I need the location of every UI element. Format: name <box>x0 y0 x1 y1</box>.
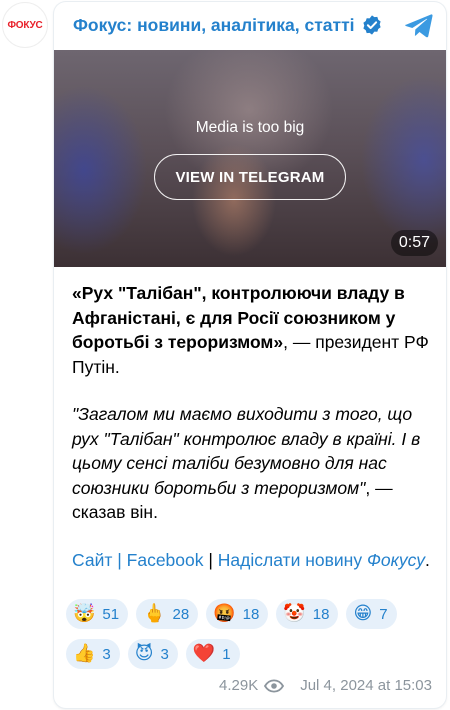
reaction-count: 3 <box>160 645 169 663</box>
reaction-count: 7 <box>379 605 388 623</box>
reaction-count: 51 <box>102 605 120 623</box>
media-too-big-note: Media is too big <box>195 119 305 136</box>
thumbs-up-icon: 👍 <box>73 643 96 664</box>
reaction-chip[interactable]: 🤡 18 <box>276 599 339 629</box>
reaction-count: 3 <box>102 645 111 663</box>
video-duration-badge: 0:57 <box>390 230 438 256</box>
reaction-chip[interactable]: 😁 7 <box>346 599 397 629</box>
reaction-count: 18 <box>242 605 260 623</box>
view-in-telegram-button[interactable]: VIEW IN TELEGRAM <box>154 154 346 200</box>
channel-avatar[interactable]: ФОКУС <box>2 2 48 48</box>
red-heart-icon: ❤️ <box>192 643 216 664</box>
reaction-count: 18 <box>312 605 330 623</box>
reaction-count: 1 <box>222 645 231 663</box>
reaction-chip[interactable]: 🖕 28 <box>136 599 199 629</box>
post-date[interactable]: Jul 4, 2024 at 15:03 <box>300 677 432 694</box>
post-footer: 4.29K Jul 4, 2024 at 15:03 <box>219 677 432 694</box>
clown-face-icon: 🤡 <box>283 603 306 624</box>
reaction-chip[interactable]: 😈 3 <box>127 639 178 669</box>
exploding-head-icon: 🤯 <box>73 603 96 624</box>
reaction-chip[interactable]: ❤️ 1 <box>185 639 240 669</box>
smiling-devil-icon: 😈 <box>134 643 154 664</box>
cursing-face-icon: 🤬 <box>213 603 236 624</box>
send-news-link[interactable]: Надіслати новину <box>218 550 362 570</box>
verified-badge-icon <box>363 15 381 35</box>
grinning-face-icon: 😁 <box>353 603 373 624</box>
links-tail: . <box>424 549 430 570</box>
reaction-chip[interactable]: 👍 3 <box>66 639 120 669</box>
post-card: Фокус: новини, аналітика, статті Media i… <box>54 2 446 708</box>
telegram-share-icon[interactable] <box>404 12 434 40</box>
eye-icon <box>264 678 285 693</box>
reaction-chip[interactable]: 🤬 18 <box>206 599 269 629</box>
channel-title[interactable]: Фокус: новини, аналітика, статті <box>73 15 355 36</box>
facebook-link[interactable]: Facebook <box>127 550 204 570</box>
reaction-chip[interactable]: 🤯 51 <box>66 599 129 629</box>
quote-paragraph: "Загалом ми маємо виходити з того, що ру… <box>72 402 432 525</box>
reactions-bar: 🤯 51 🖕 28 🤬 18 🤡 18 😁 7 👍 3 😈 3 ❤️ 1 <box>66 599 438 669</box>
video-media[interactable]: Media is too big VIEW IN TELEGRAM 0:57 <box>54 50 446 267</box>
link-separator: | <box>112 549 127 570</box>
post-text: «Рух "Талібан", контролюючи владу в Афга… <box>72 281 432 595</box>
site-link[interactable]: Сайт <box>72 550 112 570</box>
reaction-count: 28 <box>172 605 190 623</box>
links-paragraph: Сайт | Facebook | Надіслати новину Фокус… <box>72 548 432 573</box>
post-header: Фокус: новини, аналітика, статті <box>54 2 446 50</box>
view-count: 4.29K <box>219 677 259 694</box>
avatar-logo-text: ФОКУС <box>7 19 43 31</box>
link-separator: | <box>203 549 218 570</box>
focus-link[interactable]: Фокусу <box>367 550 425 570</box>
middle-finger-icon: 🖕 <box>143 603 166 624</box>
headline-paragraph: «Рух "Талібан", контролюючи владу в Афга… <box>72 281 432 379</box>
